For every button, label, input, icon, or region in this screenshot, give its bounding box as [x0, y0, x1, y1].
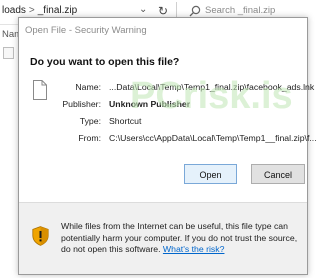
info-row-from: From: C:\Users\cc\AppData\Local\Temp\Tem…	[19, 133, 316, 147]
whats-the-risk-link[interactable]: What's the risk?	[163, 244, 225, 254]
dialog-titlebar[interactable]: Open File - Security Warning	[19, 18, 307, 44]
info-label-name: Name:	[75, 82, 101, 92]
breadcrumb-prev[interactable]: loads	[2, 5, 26, 16]
breadcrumb-separator: >	[28, 5, 35, 16]
info-value-type: Shortcut	[109, 116, 142, 126]
file-list-icon[interactable]	[3, 47, 14, 59]
info-label-type: Type:	[79, 116, 101, 126]
shield-warning-icon	[32, 226, 49, 246]
security-warning-dialog: Open File - Security Warning Do you want…	[18, 17, 317, 275]
info-row-type: Type: Shortcut	[19, 116, 307, 130]
info-row-name: Name: ...Data\Local\Temp\Temp1_final.zip…	[19, 82, 314, 96]
breadcrumb-current[interactable]: _final.zip	[38, 5, 77, 16]
search-input[interactable]: Search _final.zip	[205, 5, 275, 16]
warning-message: While files from the Internet can be use…	[61, 221, 305, 256]
search-icon[interactable]	[189, 5, 201, 17]
cancel-button[interactable]: Cancel	[251, 164, 305, 184]
chevron-down-icon[interactable]: ⌄	[139, 4, 147, 15]
open-button[interactable]: Open	[184, 164, 237, 184]
info-label-from: From:	[78, 133, 101, 143]
info-value-publisher: Unknown Publisher	[109, 99, 191, 109]
breadcrumb[interactable]: loads > _final.zip	[2, 5, 77, 16]
info-row-publisher: Publisher: Unknown Publisher	[19, 99, 307, 113]
info-value-name: ...Data\Local\Temp\Temp1_final.zip\faceb…	[109, 82, 315, 92]
info-label-publisher: Publisher:	[62, 99, 101, 109]
info-value-from: C:\Users\cc\AppData\Local\Temp\Temp1__fi…	[109, 133, 317, 143]
dialog-question: Do you want to open this file?	[30, 56, 180, 68]
dialog-title: Open File - Security Warning	[25, 25, 147, 36]
